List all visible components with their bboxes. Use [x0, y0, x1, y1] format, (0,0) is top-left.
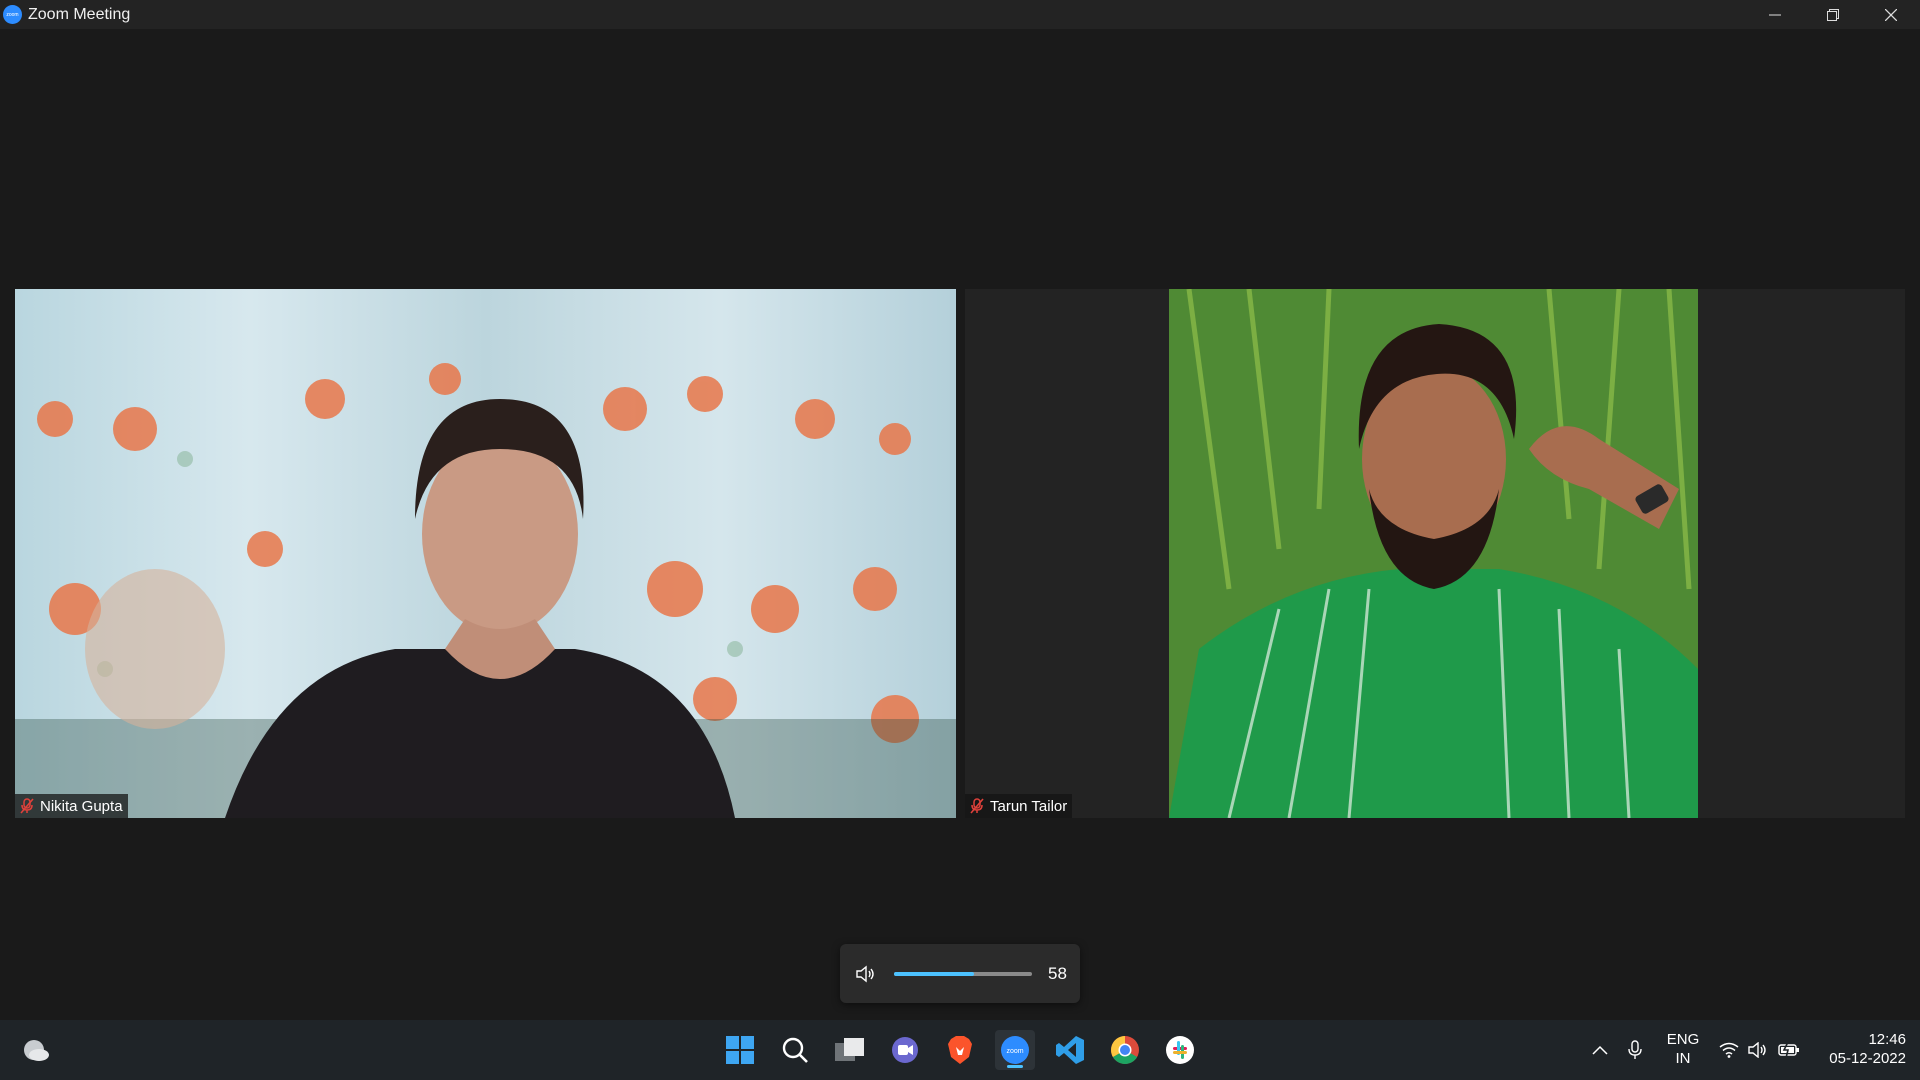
participant-photo: [1169, 289, 1698, 818]
video-tile-2[interactable]: Tarun Tailor: [965, 289, 1905, 818]
microphone-icon: [1628, 1040, 1642, 1059]
battery-charging-icon: [1778, 1042, 1799, 1058]
language-code: ENG: [1666, 1031, 1700, 1048]
weather-icon: [24, 1040, 49, 1061]
teams-chat-button[interactable]: [885, 1030, 925, 1070]
region-code: IN: [1675, 1050, 1691, 1067]
minimize-button[interactable]: [1746, 0, 1804, 29]
video-tile-1[interactable]: Nikita Gupta: [15, 289, 956, 818]
svg-text:zoom: zoom: [1006, 1048, 1023, 1055]
volume-value: 58: [1048, 963, 1067, 983]
battery-tray-button[interactable]: [1774, 1020, 1804, 1080]
participant-name: Nikita Gupta: [40, 797, 123, 815]
slack-icon: [1166, 1036, 1194, 1064]
windows-logo-icon: [726, 1036, 754, 1064]
active-indicator: [1007, 1065, 1023, 1068]
weather-widget[interactable]: [16, 1030, 56, 1070]
microphone-tray-button[interactable]: [1620, 1020, 1650, 1080]
participant-video: [15, 289, 956, 818]
language-indicator[interactable]: ENG IN: [1660, 1030, 1706, 1068]
clock-time: 12:46: [1868, 1031, 1906, 1048]
vscode-icon: [1056, 1036, 1084, 1064]
participant-name-tag: Nikita Gupta: [15, 794, 128, 818]
volume-slider[interactable]: [894, 971, 1032, 976]
mic-muted-icon: [18, 797, 36, 815]
slack-button[interactable]: [1160, 1030, 1200, 1070]
title-bar: zoom Zoom Meeting: [0, 0, 1920, 29]
participant-video: [1169, 289, 1698, 818]
speaker-icon: [1748, 1042, 1766, 1058]
chrome-icon: [1111, 1036, 1139, 1064]
brave-browser-button[interactable]: [940, 1030, 980, 1070]
vscode-button[interactable]: [1050, 1030, 1090, 1070]
meeting-stage: Nikita Gupta Tarun Tailor: [0, 29, 1920, 1020]
speaker-icon[interactable]: [854, 963, 876, 985]
search-button[interactable]: [775, 1030, 815, 1070]
volume-slider-fill: [894, 971, 975, 976]
chevron-up-icon: [1592, 1045, 1608, 1055]
task-view-button[interactable]: [830, 1030, 870, 1070]
task-view-icon: [835, 1038, 864, 1061]
window-title: Zoom Meeting: [28, 5, 131, 23]
search-icon: [782, 1037, 808, 1063]
close-button[interactable]: [1862, 0, 1920, 29]
chrome-button[interactable]: [1105, 1030, 1145, 1070]
restore-icon: [1827, 8, 1839, 21]
participant-name-tag: Tarun Tailor: [965, 794, 1073, 818]
teams-chat-icon: [892, 1037, 918, 1063]
participant-name: Tarun Tailor: [990, 797, 1068, 815]
zoom-icon: zoom: [1001, 1036, 1029, 1064]
clock[interactable]: 12:46 05-12-2022: [1810, 1030, 1906, 1068]
window-controls: [1746, 0, 1920, 29]
zoom-logo-icon: zoom: [3, 5, 22, 24]
clock-date: 05-12-2022: [1829, 1050, 1906, 1067]
mic-muted-icon: [968, 797, 986, 815]
start-button[interactable]: [720, 1030, 760, 1070]
minimize-icon: [1769, 14, 1781, 15]
zoom-taskbar-button[interactable]: zoom: [995, 1030, 1035, 1070]
taskbar: zoom ENG IN 12:46 05-12-2022: [0, 1020, 1920, 1080]
show-hidden-icons-button[interactable]: [1585, 1020, 1615, 1080]
volume-flyout: 58: [840, 944, 1080, 1003]
wifi-icon: [1719, 1042, 1739, 1058]
close-icon: [1885, 8, 1897, 21]
brave-icon: [948, 1036, 972, 1064]
restore-button[interactable]: [1804, 0, 1862, 29]
volume-tray-button[interactable]: [1744, 1020, 1772, 1080]
wifi-tray-button[interactable]: [1715, 1020, 1743, 1080]
